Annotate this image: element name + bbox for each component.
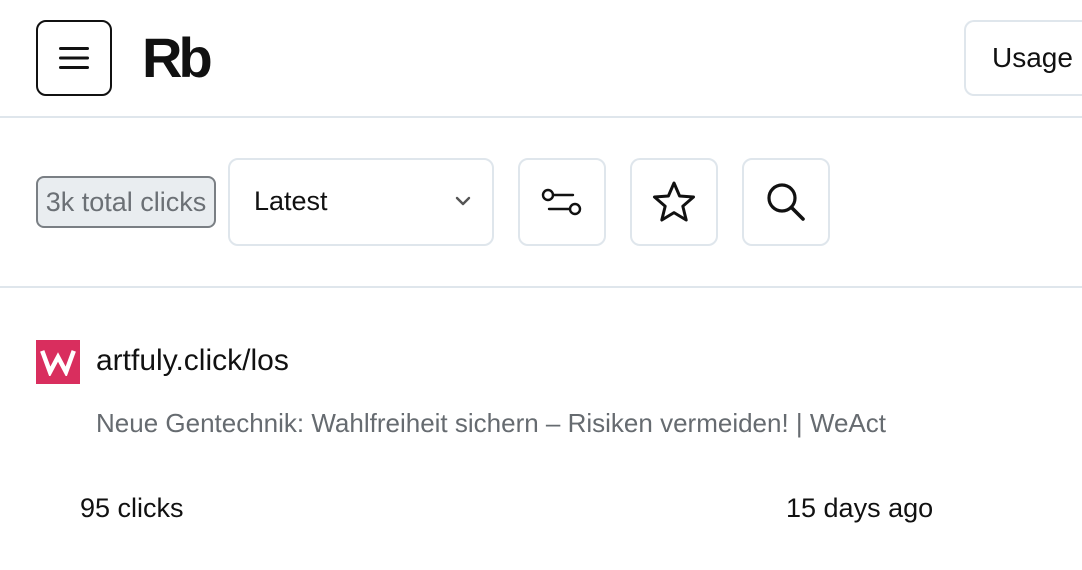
filter-button[interactable] [518,158,606,246]
link-list-item[interactable]: artfuly.click/los Neue Gentechnik: Wahlf… [0,288,1082,570]
menu-button[interactable] [36,20,112,96]
site-favicon [36,340,80,384]
star-icon [653,181,695,222]
sort-select-value: Latest [254,186,328,216]
app-header: Rb Usage [0,0,1082,118]
sort-select[interactable]: Latest [228,158,494,246]
created-time: 15 days ago [786,493,934,523]
filter-icon [541,188,582,216]
click-count: 95 clicks [80,493,184,523]
weact-logo-icon [40,350,76,376]
short-url-link[interactable]: artfuly.click/los [96,344,289,378]
usage-button[interactable]: Usage [964,20,1082,96]
search-button[interactable] [742,158,830,246]
chevron-down-icon [455,196,471,206]
search-icon [767,183,805,221]
total-clicks-badge: 3k total clicks [36,176,216,228]
links-toolbar: 3k total clicks Latest [0,118,1082,288]
app-logo[interactable]: Rb [142,30,213,86]
menu-icon [59,47,89,69]
destination-title: Neue Gentechnik: Wahlfreiheit sichern – … [96,408,886,438]
favorites-button[interactable] [630,158,718,246]
